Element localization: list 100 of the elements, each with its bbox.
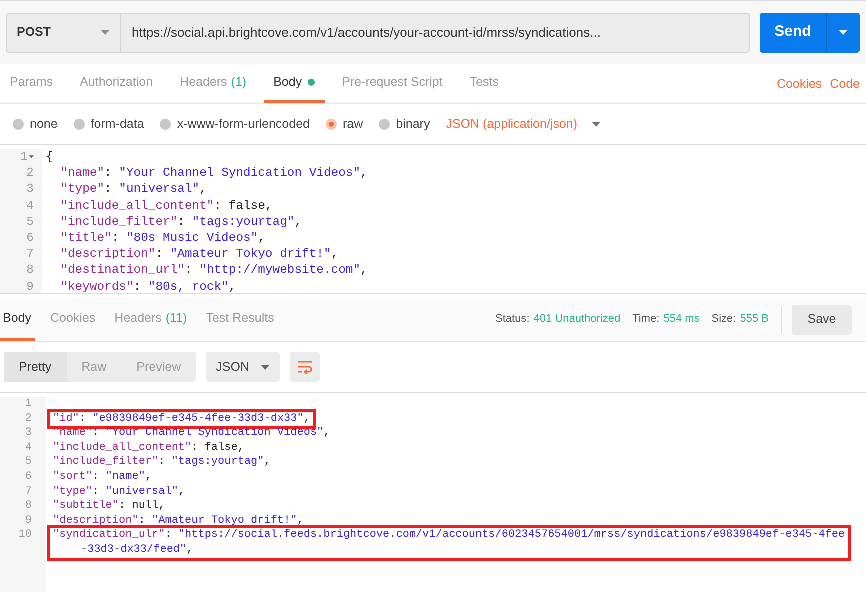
view-mode-tab[interactable]: Pretty — [4, 352, 67, 382]
line-number: 7 — [26, 246, 34, 262]
json-key: "subtitle" — [53, 500, 120, 512]
json-punctuation: , — [186, 544, 194, 556]
send-options-button[interactable] — [826, 12, 860, 52]
request-tab[interactable]: Body — [264, 65, 326, 103]
json-key: "type" — [53, 486, 93, 498]
view-mode-tab[interactable]: Preview — [122, 352, 196, 382]
json-key: "include_filter" — [53, 456, 159, 468]
json-key: "name" — [60, 166, 105, 180]
method-dropdown[interactable]: POST — [6, 12, 121, 52]
json-string: "80s, rock" — [148, 280, 229, 293]
line-number: 7 — [25, 486, 32, 498]
line-number: 10 — [18, 529, 32, 542]
body-type-radio[interactable]: x-www-form-urlencoded — [160, 114, 310, 134]
json-punctuation: , — [297, 514, 304, 527]
body-type-radio[interactable]: raw — [326, 114, 364, 134]
body-type-radio[interactable]: binary — [379, 114, 430, 134]
meta-value: 555 B — [740, 312, 769, 328]
json-punctuation: , — [264, 456, 271, 468]
header-link[interactable]: Code — [830, 65, 860, 103]
header-link[interactable]: Cookies — [776, 65, 822, 103]
meta-value: 554 ms — [664, 312, 700, 328]
line-number: 3 — [25, 427, 32, 440]
json-punctuation: : — [158, 456, 166, 468]
json-key: "keywords" — [60, 280, 134, 293]
wrap-lines-button[interactable] — [290, 352, 320, 382]
json-punctuation: : — [104, 182, 113, 196]
json-punctuation: : — [184, 263, 194, 278]
json-string: "e9839849ef-e345-4fee-33d3-dx33" — [92, 412, 304, 425]
json-punctuation: : — [104, 166, 113, 180]
response-tab[interactable]: Cookies — [48, 298, 99, 341]
url-input[interactable]: https://social.api.brightcove.com/v1/accounts/your-account-id/mrss/syndications... — [121, 12, 750, 52]
json-string: "tags:yourtag" — [192, 214, 295, 229]
json-string: "Amateur Tokyo drift!" — [170, 247, 332, 262]
json-punctuation: : — [92, 470, 100, 483]
json-punctuation: , — [200, 182, 207, 196]
json-key: "name" — [53, 427, 93, 440]
json-key: "include_all_content" — [53, 442, 192, 454]
wrap-icon — [297, 360, 314, 374]
json-string: "https://social.feeds.brightcove.com/v1/accounts/6023457654001/mrss/syndications/e9839849ef-e345-4fee — [178, 529, 846, 542]
json-key: "title" — [60, 231, 112, 246]
json-punctuation: , — [360, 166, 368, 180]
meta-label: Status: — [496, 312, 530, 328]
json-key: "destination_url" — [60, 263, 185, 278]
json-string: "universal" — [106, 486, 178, 498]
body-type-radio[interactable]: form-data — [74, 114, 144, 134]
json-punctuation: : — [79, 412, 88, 425]
response-tab[interactable]: Body — [0, 298, 34, 341]
json-string: "tags:yourtag" — [172, 456, 264, 468]
save-button[interactable]: Save — [792, 304, 852, 334]
line-number: 9 — [26, 278, 34, 293]
json-punctuation: : — [156, 247, 164, 262]
json-key: "description" — [60, 247, 156, 262]
line-number: 6 — [26, 230, 34, 246]
json-punctuation: , — [304, 412, 310, 425]
line-number: 6 — [25, 470, 32, 483]
line-number: 2 — [26, 165, 34, 182]
json-punctuation: : — [112, 231, 120, 246]
response-tab[interactable]: Headers (11) — [112, 298, 190, 341]
caret-icon — [592, 122, 601, 126]
json-punctuation: : — [165, 529, 173, 542]
line-number: 3 — [26, 181, 34, 198]
json-punctuation: : — [138, 514, 146, 527]
response-tab[interactable]: Test Results — [203, 298, 278, 341]
line-number: 5 — [26, 214, 34, 230]
line-number: 4 — [26, 198, 34, 214]
body-type-radio[interactable]: none — [13, 114, 58, 134]
json-key: "id" — [53, 412, 80, 425]
json-punctuation: { — [46, 150, 54, 164]
json-punctuation: , — [294, 214, 302, 229]
json-key: "include_all_content" — [60, 198, 214, 213]
request-tab[interactable]: Tests — [460, 65, 509, 103]
view-mode-tab[interactable]: Raw — [66, 352, 122, 382]
json-punctuation: , — [178, 486, 186, 498]
request-tab[interactable]: Params — [0, 65, 64, 103]
caret-icon — [261, 364, 270, 370]
json-key: "sort" — [53, 470, 93, 483]
format-dropdown[interactable]: JSON — [206, 352, 280, 382]
line-number: 8 — [25, 500, 32, 512]
json-key: "type" — [60, 182, 105, 196]
json-punctuation: , — [324, 427, 330, 440]
caret-icon — [839, 30, 848, 35]
content-type-dropdown[interactable]: JSON (application/json) — [446, 114, 601, 134]
json-punctuation: : false, — [214, 198, 273, 213]
json-key: "description" — [53, 514, 139, 527]
request-tab[interactable]: Authorization — [70, 65, 164, 103]
json-punctuation: , — [258, 231, 266, 246]
request-tab[interactable]: Pre-request Script — [332, 65, 453, 103]
meta-label: Size: — [712, 312, 736, 328]
line-number: 4 — [25, 442, 32, 454]
json-string: "name" — [106, 470, 146, 483]
line-number: 1 — [25, 398, 32, 410]
meta-label: Time: — [632, 312, 660, 328]
json-punctuation: : — [92, 427, 100, 440]
json-punctuation: : — [134, 280, 142, 293]
json-string: "http://mywebsite.com" — [200, 263, 361, 278]
line-number: 5 — [25, 456, 32, 468]
request-tab[interactable]: Headers (1) — [170, 65, 257, 103]
line-number: 8 — [26, 262, 34, 279]
